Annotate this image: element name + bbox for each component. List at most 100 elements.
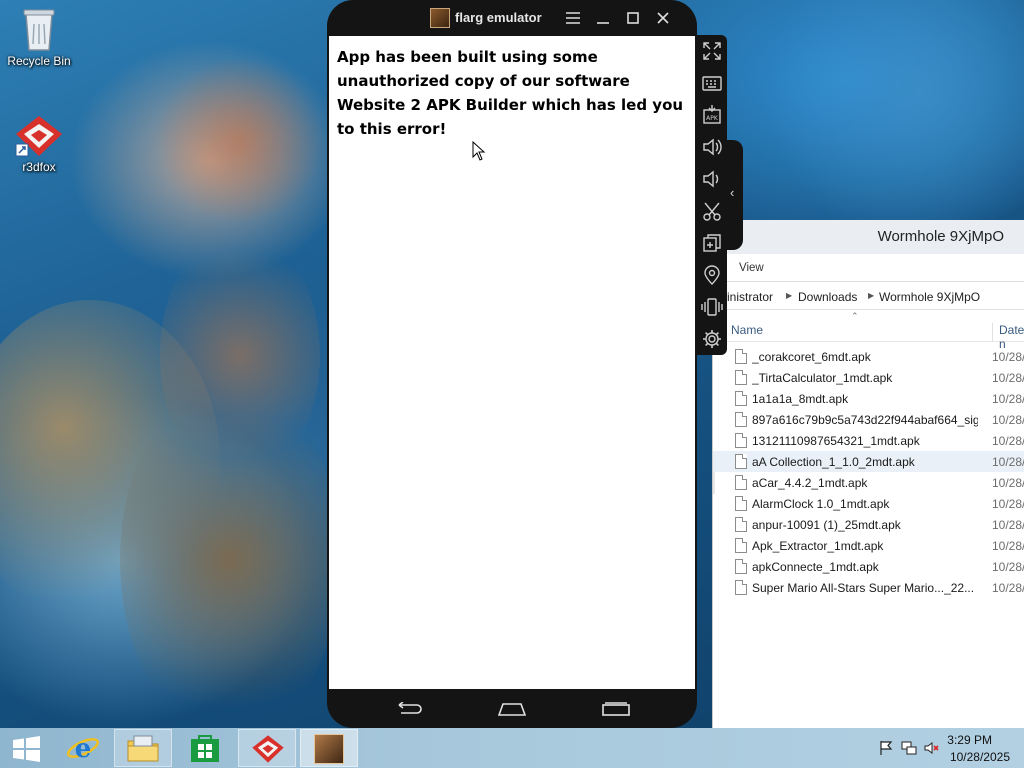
breadcrumb[interactable]: inistrator ▶ Downloads ▶ Wormhole 9XjMpO: [713, 282, 1024, 310]
emulator-screen[interactable]: App has been built using some unauthoriz…: [329, 36, 695, 689]
file-name: anpur-10091 (1)_25mdt.apk: [752, 518, 901, 532]
location-icon[interactable]: [701, 264, 723, 286]
file-name: apkConnecte_1mdt.apk: [752, 560, 879, 574]
file-icon: [735, 433, 747, 448]
desktop-icon-r3dfox[interactable]: r3dfox: [1, 114, 77, 174]
list-item[interactable]: AlarmClock 1.0_1mdt.apk 10/28/: [713, 493, 1024, 514]
file-name: Super Mario All-Stars Super Mario..._22.…: [752, 581, 975, 595]
list-item[interactable]: _corakcoret_6mdt.apk 10/28/: [713, 346, 1024, 367]
file-name: aA Collection_1_1.0_2mdt.apk: [752, 455, 915, 469]
list-item[interactable]: 13121110987654321_1mdt.apk 10/28/: [713, 430, 1024, 451]
svg-text:e: e: [75, 734, 92, 764]
internet-explorer-icon[interactable]: e: [56, 729, 114, 767]
list-item[interactable]: Super Mario All-Stars Super Mario..._22.…: [713, 577, 1024, 598]
file-icon: [735, 517, 747, 532]
wallpaper-fish-school: [150, 60, 330, 220]
volume-up-icon[interactable]: [701, 136, 723, 158]
ribbon-tab-view[interactable]: View: [739, 262, 764, 274]
recent-apps-icon[interactable]: [602, 702, 630, 716]
list-item[interactable]: _TirtaCalculator_1mdt.apk 10/28/: [713, 367, 1024, 388]
r3dfox-icon[interactable]: [238, 729, 296, 767]
file-name: AlarmClock 1.0_1mdt.apk: [752, 497, 890, 511]
column-header-row: ⌃ Name Date n: [713, 310, 1024, 351]
close-icon[interactable]: [653, 8, 673, 28]
breadcrumb-item[interactable]: Wormhole 9XjMpO: [879, 290, 980, 304]
file-icon: [735, 349, 747, 364]
list-item[interactable]: aA Collection_1_1.0_2mdt.apk 10/28/: [713, 451, 1024, 472]
chevron-left-icon: ‹: [730, 185, 735, 200]
list-item[interactable]: aCar_4.4.2_1mdt.apk 10/28/: [713, 472, 1024, 493]
file-icon: [735, 370, 747, 385]
column-header-name[interactable]: Name: [731, 323, 763, 337]
chevron-right-icon[interactable]: ▶: [786, 291, 792, 300]
minimize-icon[interactable]: [593, 8, 613, 28]
error-message: App has been built using some unauthoriz…: [337, 48, 684, 138]
volume-muted-icon[interactable]: [924, 740, 940, 756]
file-icon: [735, 475, 747, 490]
file-date: 10/28/: [992, 560, 1024, 574]
toolbar-collapse-handle[interactable]: ‹: [727, 140, 743, 250]
settings-icon[interactable]: [701, 328, 723, 350]
android-navigation-bar: [327, 689, 697, 728]
clock-date[interactable]: 10/28/2025: [950, 750, 1010, 764]
list-item[interactable]: 897a616c79b9c5a743d22f944abaf664_sig... 1…: [713, 409, 1024, 430]
recycle-bin-icon: [23, 9, 55, 51]
wallpaper-fish-school: [160, 230, 320, 480]
clock-time[interactable]: 3:29 PM: [947, 733, 992, 747]
list-item[interactable]: anpur-10091 (1)_25mdt.apk 10/28/: [713, 514, 1024, 535]
file-name: 1a1a1a_8mdt.apk: [752, 392, 849, 406]
emulator-window: flarg emulator App has been built using …: [327, 0, 697, 728]
column-header-date[interactable]: Date n: [992, 323, 1024, 351]
desktop-icon-label: r3dfox: [22, 160, 56, 174]
file-icon: [735, 454, 747, 469]
emulator-side-toolbar: APK: [697, 35, 727, 355]
start-button[interactable]: [0, 729, 58, 767]
emulator-titlebar[interactable]: flarg emulator: [327, 0, 697, 36]
multi-instance-icon[interactable]: [701, 232, 723, 254]
file-name: _corakcoret_6mdt.apk: [752, 350, 871, 364]
file-name: 897a616c79b9c5a743d22f944abaf664_sig...: [752, 413, 978, 427]
flarg-emulator-logo-icon: [314, 734, 344, 764]
explorer-titlebar[interactable]: Wormhole 9XjMpO: [713, 220, 1024, 254]
taskbar: e 3:29 PM 10/28/2025: [0, 728, 1024, 768]
file-date: 10/28/: [992, 413, 1024, 427]
file-icon: [735, 559, 747, 574]
file-date: 10/28/: [992, 539, 1024, 553]
store-icon[interactable]: [176, 729, 234, 767]
install-apk-icon[interactable]: APK: [701, 104, 723, 126]
file-date: 10/28/: [992, 581, 1024, 595]
desktop-icon-recycle-bin[interactable]: Recycle Bin: [1, 6, 77, 68]
breadcrumb-item[interactable]: Downloads: [798, 290, 857, 304]
r3dfox-icon: [15, 116, 62, 157]
shake-icon[interactable]: [701, 296, 723, 318]
file-icon: [735, 412, 747, 427]
fullscreen-icon[interactable]: [701, 40, 723, 62]
file-date: 10/28/: [992, 371, 1024, 385]
file-date: 10/28/: [992, 434, 1024, 448]
list-item[interactable]: Apk_Extractor_1mdt.apk 10/28/: [713, 535, 1024, 556]
wallpaper-water: [760, 0, 1024, 240]
network-icon[interactable]: [901, 740, 917, 756]
file-date: 10/28/: [992, 455, 1024, 469]
chevron-right-icon[interactable]: ▶: [868, 291, 874, 300]
action-center-flag-icon[interactable]: [878, 740, 894, 756]
volume-down-icon[interactable]: [701, 168, 723, 190]
windows-logo-icon: [13, 736, 40, 762]
file-name: aCar_4.4.2_1mdt.apk: [752, 476, 868, 490]
breadcrumb-item[interactable]: inistrator: [727, 290, 773, 304]
maximize-icon[interactable]: [623, 8, 643, 28]
menu-icon[interactable]: [563, 8, 583, 28]
screenshot-scissors-icon[interactable]: [701, 200, 723, 222]
sort-ascending-icon: ⌃: [851, 311, 859, 321]
file-icon: [735, 580, 747, 595]
list-item[interactable]: 1a1a1a_8mdt.apk 10/28/: [713, 388, 1024, 409]
flarg-emulator-icon[interactable]: [300, 729, 358, 767]
file-name: _TirtaCalculator_1mdt.apk: [752, 371, 893, 385]
list-item[interactable]: apkConnecte_1mdt.apk 10/28/: [713, 556, 1024, 577]
file-explorer-window: Wormhole 9XjMpO View inistrator ▶ Downlo…: [712, 220, 1024, 728]
desktop-icon-label: Recycle Bin: [7, 54, 71, 68]
keyboard-icon[interactable]: [701, 72, 723, 94]
home-icon[interactable]: [498, 702, 526, 716]
file-explorer-icon[interactable]: [114, 729, 172, 767]
back-icon[interactable]: [395, 702, 423, 716]
